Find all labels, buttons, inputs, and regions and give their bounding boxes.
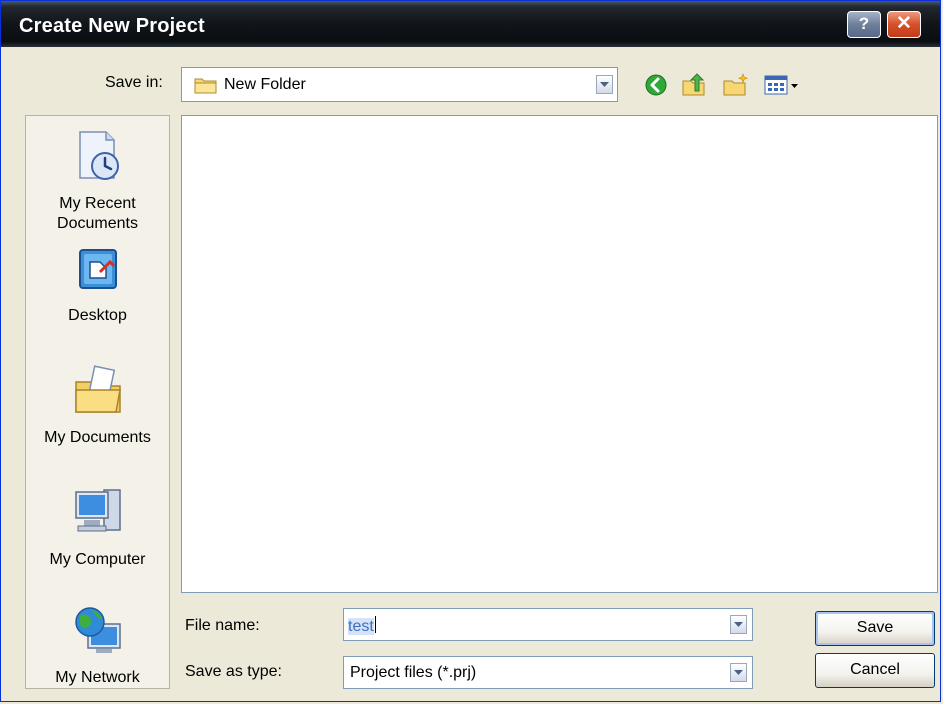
cancel-button[interactable]: Cancel — [815, 653, 935, 688]
my-network-icon — [26, 602, 169, 664]
views-menu-icon[interactable] — [763, 73, 803, 101]
place-label: Desktop — [68, 307, 127, 324]
place-label: My Recent — [59, 195, 136, 212]
place-my-computer[interactable]: My Computer — [26, 484, 169, 570]
create-project-dialog: Create New Project ? ✕ Save in: New Fold… — [0, 0, 941, 702]
place-label: My Computer — [49, 551, 146, 568]
text-caret — [374, 616, 376, 633]
file-list-view[interactable] — [181, 115, 938, 593]
folder-icon — [194, 76, 218, 98]
places-bar: My Recent Documents Desktop My Documents… — [25, 115, 170, 689]
desktop-icon — [26, 246, 169, 302]
place-my-documents[interactable]: My Documents — [26, 362, 169, 448]
title-bar[interactable]: Create New Project ? ✕ — [1, 1, 940, 47]
save-in-value: New Folder — [224, 76, 306, 93]
place-my-network[interactable]: My Network — [26, 602, 169, 688]
save-in-label: Save in: — [105, 74, 163, 91]
help-button[interactable]: ? — [847, 11, 881, 38]
place-label: Documents — [57, 215, 138, 232]
close-button[interactable]: ✕ — [887, 11, 921, 38]
file-name-label: File name: — [185, 617, 260, 634]
place-label: My Network — [55, 669, 140, 686]
place-label: My Documents — [44, 429, 151, 446]
save-as-type-value: Project files (*.prj) — [350, 664, 477, 681]
file-name-value: test — [348, 618, 374, 635]
back-arrow-icon[interactable] — [644, 73, 668, 101]
new-folder-icon[interactable] — [723, 73, 749, 101]
place-my-recent-documents[interactable]: My Recent Documents — [26, 128, 169, 234]
save-as-type-label: Save as type: — [185, 663, 282, 680]
recent-documents-icon — [26, 128, 169, 190]
file-name-input[interactable]: test — [343, 608, 753, 641]
chevron-down-icon[interactable] — [730, 615, 747, 634]
save-as-type-dropdown[interactable]: Project files (*.prj) — [343, 656, 753, 689]
chevron-down-icon[interactable] — [730, 663, 747, 682]
window-title: Create New Project — [19, 15, 205, 37]
my-documents-icon — [26, 362, 169, 424]
up-folder-icon[interactable] — [681, 73, 707, 101]
place-desktop[interactable]: Desktop — [26, 246, 169, 326]
my-computer-icon — [26, 484, 169, 546]
save-in-dropdown[interactable]: New Folder — [181, 67, 618, 102]
save-button[interactable]: Save — [815, 611, 935, 646]
chevron-down-icon[interactable] — [596, 75, 613, 94]
